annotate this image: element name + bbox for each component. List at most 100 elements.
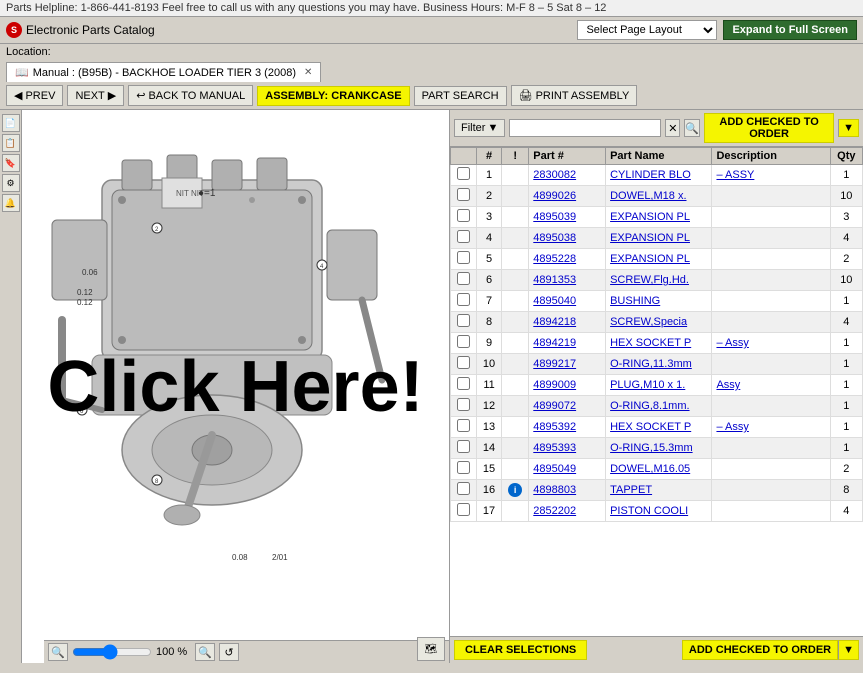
part-number-link[interactable]: 4895228 bbox=[533, 253, 576, 265]
row-info-cell bbox=[502, 186, 529, 207]
add-checked-dropdown-button[interactable]: ▼ bbox=[838, 119, 859, 137]
row-checkbox[interactable] bbox=[457, 293, 470, 306]
part-number-link[interactable]: 4899217 bbox=[533, 358, 576, 370]
table-row: 54895228EXPANSION PL2 bbox=[451, 249, 863, 270]
part-name-link[interactable]: EXPANSION PL bbox=[610, 253, 690, 265]
row-checkbox[interactable] bbox=[457, 503, 470, 516]
row-info-cell bbox=[502, 165, 529, 186]
row-checkbox[interactable] bbox=[457, 251, 470, 264]
add-checked-order-bottom-button[interactable]: ADD CHECKED TO ORDER bbox=[682, 640, 838, 660]
part-number-link[interactable]: 2852202 bbox=[533, 505, 576, 517]
manual-tab[interactable]: 📖 Manual : (B95B) - BACKHOE LOADER TIER … bbox=[6, 62, 321, 82]
prev-button[interactable]: ◀ PREV bbox=[6, 85, 63, 106]
row-checkbox[interactable] bbox=[457, 335, 470, 348]
part-number-link[interactable]: 4895049 bbox=[533, 463, 576, 475]
part-name-link[interactable]: EXPANSION PL bbox=[610, 211, 690, 223]
part-name-link[interactable]: O-RING,15.3mm bbox=[610, 442, 693, 454]
row-info-cell bbox=[502, 333, 529, 354]
row-checkbox[interactable] bbox=[457, 419, 470, 432]
assembly-crankcase-button[interactable]: ASSEMBLY: CRANKCASE bbox=[257, 86, 409, 106]
part-name-link[interactable]: EXPANSION PL bbox=[610, 232, 690, 244]
part-number-link[interactable]: 4894218 bbox=[533, 316, 576, 328]
row-info-cell bbox=[502, 375, 529, 396]
add-checked-order-bottom-dropdown[interactable]: ▼ bbox=[838, 640, 859, 660]
part-name-link[interactable]: PLUG,M10 x 1. bbox=[610, 379, 685, 391]
row-checkbox[interactable] bbox=[457, 461, 470, 474]
part-number-link[interactable]: 4895393 bbox=[533, 442, 576, 454]
map-view-button[interactable]: 🗺 bbox=[417, 637, 445, 661]
next-button[interactable]: NEXT ▶ bbox=[67, 85, 124, 106]
row-part-name: HEX SOCKET P bbox=[606, 417, 712, 438]
clear-selections-button[interactable]: CLEAR SELECTIONS bbox=[454, 640, 587, 660]
part-number-link[interactable]: 4899009 bbox=[533, 379, 576, 391]
part-name-link[interactable]: HEX SOCKET P bbox=[610, 421, 691, 433]
side-icon-bookmark[interactable]: 🔖 bbox=[2, 154, 20, 172]
back-to-manual-button[interactable]: ↩ BACK TO MANUAL bbox=[128, 85, 253, 106]
part-number-link[interactable]: 4899072 bbox=[533, 400, 576, 412]
part-name-link[interactable]: O-RING,11.3mm bbox=[610, 358, 692, 370]
filter-button[interactable]: Filter ▼ bbox=[454, 119, 505, 137]
part-name-link[interactable]: DOWEL,M16.05 bbox=[610, 463, 690, 475]
zoom-out-button[interactable]: 🔍 bbox=[48, 643, 68, 661]
row-checkbox[interactable] bbox=[457, 209, 470, 222]
part-name-link[interactable]: SCREW,Specia bbox=[610, 316, 687, 328]
part-name-link[interactable]: CYLINDER BLO bbox=[610, 169, 691, 181]
add-checked-to-order-button[interactable]: ADD CHECKED TO ORDER bbox=[704, 113, 834, 143]
part-number-link[interactable]: 4895039 bbox=[533, 211, 576, 223]
row-checkbox[interactable] bbox=[457, 167, 470, 180]
part-search-button[interactable]: PART SEARCH bbox=[414, 86, 507, 106]
part-name-link[interactable]: HEX SOCKET P bbox=[610, 337, 691, 349]
part-number-link[interactable]: 4891353 bbox=[533, 274, 576, 286]
side-icon-gear[interactable]: ⚙ bbox=[2, 174, 20, 192]
row-qty: 10 bbox=[830, 186, 862, 207]
part-name-link[interactable]: DOWEL,M18 x. bbox=[610, 190, 686, 202]
part-number-link[interactable]: 4895040 bbox=[533, 295, 576, 307]
description-link[interactable]: Assy bbox=[716, 379, 740, 391]
part-number-link[interactable]: 4898803 bbox=[533, 484, 576, 496]
side-icon-bell[interactable]: 🔔 bbox=[2, 194, 20, 212]
expand-fullscreen-button[interactable]: Expand to Full Screen bbox=[723, 20, 857, 40]
part-name-link[interactable]: TAPPET bbox=[610, 484, 652, 496]
row-checkbox[interactable] bbox=[457, 398, 470, 411]
zoom-reset-button[interactable]: ↺ bbox=[219, 643, 239, 661]
row-description bbox=[712, 207, 830, 228]
row-checkbox[interactable] bbox=[457, 356, 470, 369]
filter-input[interactable] bbox=[509, 119, 661, 137]
part-name-link[interactable]: O-RING,8.1mm. bbox=[610, 400, 689, 412]
row-description bbox=[712, 396, 830, 417]
row-checkbox[interactable] bbox=[457, 314, 470, 327]
svg-text:0.06: 0.06 bbox=[82, 268, 98, 277]
table-row: 12830082CYLINDER BLO– ASSY1 bbox=[451, 165, 863, 186]
row-checkbox[interactable] bbox=[457, 230, 470, 243]
part-number-link[interactable]: 4895038 bbox=[533, 232, 576, 244]
part-number-link[interactable]: 2830082 bbox=[533, 169, 576, 181]
description-link[interactable]: – ASSY bbox=[716, 169, 754, 181]
info-icon[interactable]: i bbox=[508, 483, 522, 497]
row-checkbox[interactable] bbox=[457, 188, 470, 201]
filter-clear-button[interactable]: ✕ bbox=[665, 119, 680, 137]
manual-tab-close-icon[interactable]: ✕ bbox=[304, 67, 312, 78]
zoom-slider[interactable] bbox=[72, 644, 152, 660]
part-number-link[interactable]: 4895392 bbox=[533, 421, 576, 433]
row-checkbox[interactable] bbox=[457, 482, 470, 495]
side-icon-page[interactable]: 📄 bbox=[2, 114, 20, 132]
row-qty: 4 bbox=[830, 312, 862, 333]
zoom-in-button[interactable]: 🔍 bbox=[195, 643, 215, 661]
print-assembly-button[interactable]: 🖨 PRINT ASSEMBLY bbox=[511, 85, 638, 106]
page-layout-select[interactable]: Select Page Layout bbox=[577, 20, 717, 40]
part-name-link[interactable]: BUSHING bbox=[610, 295, 660, 307]
row-part-name: DOWEL,M18 x. bbox=[606, 186, 712, 207]
row-info-cell: i bbox=[502, 480, 529, 501]
row-checkbox[interactable] bbox=[457, 440, 470, 453]
part-name-link[interactable]: SCREW,Flg.Hd. bbox=[610, 274, 689, 286]
description-link[interactable]: – Assy bbox=[716, 337, 748, 349]
row-checkbox[interactable] bbox=[457, 377, 470, 390]
row-part-num: 4895040 bbox=[529, 291, 606, 312]
part-number-link[interactable]: 4894219 bbox=[533, 337, 576, 349]
side-icon-clipboard[interactable]: 📋 bbox=[2, 134, 20, 152]
part-name-link[interactable]: PISTON COOLI bbox=[610, 505, 688, 517]
description-link[interactable]: – Assy bbox=[716, 421, 748, 433]
row-checkbox[interactable] bbox=[457, 272, 470, 285]
filter-search-button[interactable]: 🔍 bbox=[684, 119, 700, 137]
part-number-link[interactable]: 4899026 bbox=[533, 190, 576, 202]
